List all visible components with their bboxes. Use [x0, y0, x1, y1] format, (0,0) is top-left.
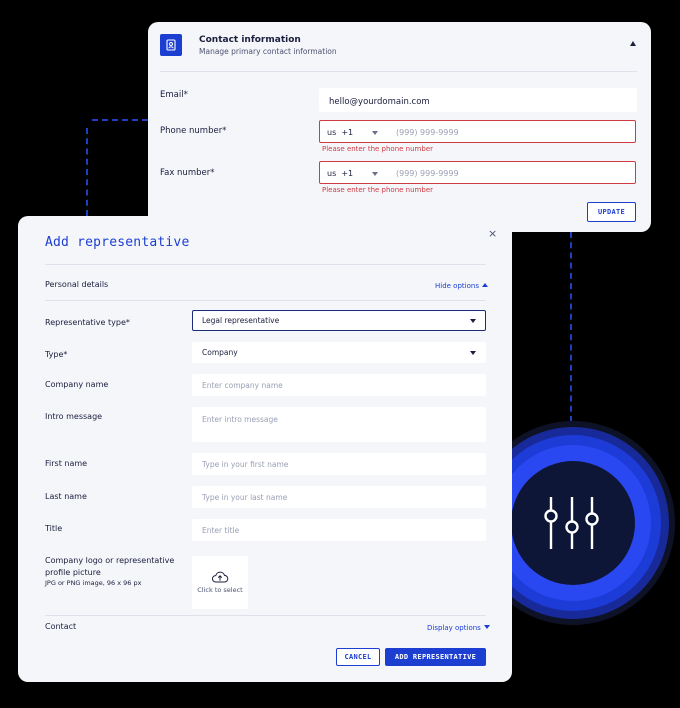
connector-dash-right — [570, 232, 572, 422]
title-placeholder: Enter title — [202, 526, 240, 535]
last-name-label: Last name — [45, 492, 87, 501]
title-label: Title — [45, 524, 63, 533]
chevron-down-icon — [470, 319, 476, 323]
last-name-placeholder: Type in your last name — [202, 493, 288, 502]
rep-title-divider — [45, 264, 486, 265]
company-name-label: Company name — [45, 380, 109, 389]
contact-card-subtitle: Manage primary contact information — [199, 47, 337, 56]
contact-card-title: Contact information — [199, 35, 301, 45]
company-name-input[interactable]: Enter company name — [192, 374, 486, 396]
title-input[interactable]: Enter title — [192, 519, 486, 541]
cancel-button[interactable]: CANCEL — [336, 648, 380, 666]
intro-message-label: Intro message — [45, 412, 103, 421]
last-name-input[interactable]: Type in your last name — [192, 486, 486, 508]
logo-upload-dropzone[interactable]: Click to select — [192, 556, 248, 609]
chevron-down-icon — [483, 625, 490, 629]
fax-error: Please enter the phone number — [322, 186, 434, 194]
connector-dash-top — [92, 119, 148, 121]
chevron-down-icon[interactable] — [372, 131, 378, 135]
phone-error: Please enter the phone number — [322, 145, 434, 153]
display-options-toggle[interactable]: Display options — [427, 624, 490, 632]
phone-label: Phone number* — [160, 126, 227, 136]
intro-message-textarea[interactable]: Enter intro message — [192, 407, 486, 442]
contact-section-divider — [45, 615, 486, 616]
upload-text: Click to select — [197, 586, 243, 594]
connector-dash-left — [86, 128, 88, 216]
rep-type-select[interactable]: Legal representative — [192, 310, 486, 331]
fax-country-code[interactable]: us +1 — [327, 169, 353, 178]
phone-placeholder: (999) 999-9999 — [396, 128, 459, 137]
close-icon[interactable]: × — [488, 227, 497, 240]
personal-details-divider — [45, 300, 486, 301]
chevron-down-icon[interactable] — [372, 172, 378, 176]
phone-country-code[interactable]: us +1 — [327, 128, 353, 137]
first-name-input[interactable]: Type in your first name — [192, 453, 486, 475]
company-name-placeholder: Enter company name — [202, 381, 283, 390]
fax-field[interactable]: us +1 (999) 999-9999 — [319, 161, 636, 184]
contact-information-card: Contact information Manage primary conta… — [148, 22, 651, 232]
fax-placeholder: (999) 999-9999 — [396, 169, 459, 178]
intro-message-placeholder: Enter intro message — [202, 415, 278, 424]
personal-details-label: Personal details — [45, 280, 109, 289]
rep-card-title: Add representative — [45, 235, 190, 250]
logo-label: Company logo or representative profile p… — [45, 556, 175, 577]
first-name-label: First name — [45, 459, 88, 468]
add-representative-button[interactable]: ADD REPRESENTATIVE — [385, 648, 486, 666]
type-label: Type* — [45, 350, 68, 359]
add-representative-card: Add representative × Personal details Hi… — [18, 216, 512, 682]
email-label: Email* — [160, 90, 188, 100]
contact-section-label: Contact — [45, 622, 77, 631]
phone-field[interactable]: us +1 (999) 999-9999 — [319, 120, 636, 143]
type-value: Company — [202, 348, 238, 357]
logo-format-note: JPG or PNG image, 96 x 96 px — [45, 579, 142, 587]
chevron-up-icon — [481, 283, 488, 287]
hide-options-toggle[interactable]: Hide options — [435, 282, 488, 290]
contact-card-icon — [160, 34, 182, 56]
contact-card-divider — [160, 71, 637, 72]
chevron-up-icon[interactable] — [630, 41, 636, 46]
contact-card-header[interactable]: Contact information Manage primary conta… — [148, 22, 651, 72]
type-select[interactable]: Company — [192, 342, 486, 363]
update-button[interactable]: UPDATE — [587, 202, 636, 222]
rep-type-label: Representative type* — [45, 318, 130, 327]
email-field[interactable]: hello@yourdomain.com — [319, 88, 637, 112]
email-value: hello@yourdomain.com — [329, 97, 430, 107]
chevron-down-icon — [470, 351, 476, 355]
first-name-placeholder: Type in your first name — [202, 460, 289, 469]
cloud-upload-icon — [211, 571, 229, 583]
rep-type-value: Legal representative — [202, 316, 280, 325]
fax-label: Fax number* — [160, 168, 215, 178]
